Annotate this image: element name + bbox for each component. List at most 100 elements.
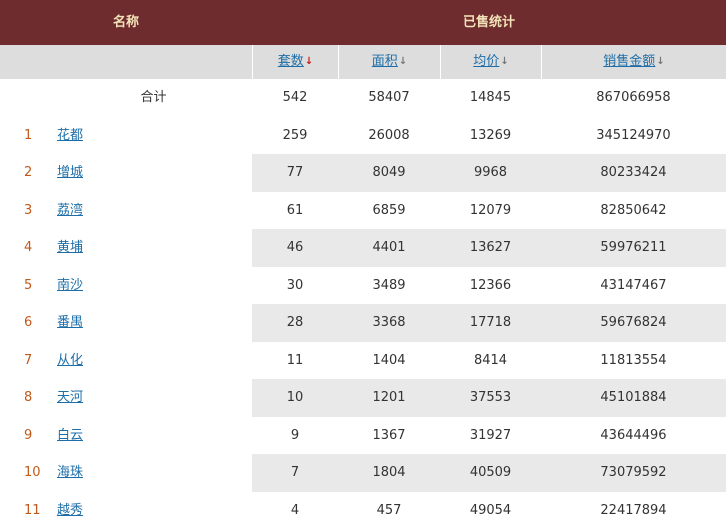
sales-cell: 45101884 xyxy=(541,379,726,417)
table-row: 1花都2592600813269345124970 xyxy=(0,117,726,155)
sales-cell: 345124970 xyxy=(541,117,726,155)
area-cell: 26008 xyxy=(338,117,440,155)
table-row: 7从化111404841411813554 xyxy=(0,342,726,380)
area-cell: 1804 xyxy=(338,454,440,492)
total-count: 542 xyxy=(252,79,338,117)
area-cell: 6859 xyxy=(338,192,440,230)
avg-price-cell: 13269 xyxy=(440,117,541,155)
avg-price-cell: 17718 xyxy=(440,304,541,342)
count-cell: 4 xyxy=(252,492,338,529)
sales-header-label: 销售金额 xyxy=(603,54,655,69)
count-cell: 28 xyxy=(252,304,338,342)
row-index: 10 xyxy=(24,454,48,492)
district-link[interactable]: 黄埔 xyxy=(57,229,247,267)
avg-price-header-label: 均价 xyxy=(473,54,499,69)
sort-by-avg-price-link[interactable]: 均价 xyxy=(473,54,499,69)
count-cell: 259 xyxy=(252,117,338,155)
table-row: 10海珠718044050973079592 xyxy=(0,454,726,492)
total-row: 合计 542 58407 14845 867066958 xyxy=(0,79,726,117)
district-link[interactable]: 增城 xyxy=(57,154,247,192)
sales-cell: 43147467 xyxy=(541,267,726,305)
district-link[interactable]: 白云 xyxy=(57,417,247,455)
area-cell: 3489 xyxy=(338,267,440,305)
count-cell: 77 xyxy=(252,154,338,192)
sales-cell: 22417894 xyxy=(541,492,726,529)
sort-by-sales-link[interactable]: 销售金额 xyxy=(603,54,655,69)
sales-cell: 11813554 xyxy=(541,342,726,380)
avg-price-cell: 37553 xyxy=(440,379,541,417)
district-link[interactable]: 海珠 xyxy=(57,454,247,492)
sales-column-header: 销售金额↓ xyxy=(541,45,726,79)
sales-cell: 82850642 xyxy=(541,192,726,230)
avg-price-cell: 12366 xyxy=(440,267,541,305)
count-column-header: 套数↓ xyxy=(252,45,338,79)
row-index: 7 xyxy=(24,342,48,380)
row-index: 1 xyxy=(24,117,48,155)
district-link[interactable]: 从化 xyxy=(57,342,247,380)
table-row: 11越秀44574905422417894 xyxy=(0,492,726,529)
count-cell: 30 xyxy=(252,267,338,305)
sold-stats-header: 已售统计 xyxy=(252,0,726,45)
count-cell: 10 xyxy=(252,379,338,417)
row-index: 11 xyxy=(24,492,48,529)
sort-by-count-link[interactable]: 套数 xyxy=(278,54,304,69)
sales-cell: 59976211 xyxy=(541,229,726,267)
area-cell: 1201 xyxy=(338,379,440,417)
district-link[interactable]: 番禺 xyxy=(57,304,247,342)
count-cell: 9 xyxy=(252,417,338,455)
sortable-column-header-row: 套数↓ 面积↓ 均价↓ 销售金额↓ xyxy=(0,45,726,79)
count-cell: 46 xyxy=(252,229,338,267)
avg-price-cell: 49054 xyxy=(440,492,541,529)
count-cell: 11 xyxy=(252,342,338,380)
sales-cell: 59676824 xyxy=(541,304,726,342)
sort-down-icon: ↓ xyxy=(399,45,407,79)
sort-by-area-link[interactable]: 面积 xyxy=(372,54,398,69)
table-row: 5南沙3034891236643147467 xyxy=(0,267,726,305)
sort-down-icon: ↓ xyxy=(500,45,508,79)
sales-cell: 43644496 xyxy=(541,417,726,455)
row-index: 8 xyxy=(24,379,48,417)
district-link[interactable]: 荔湾 xyxy=(57,192,247,230)
table-row: 4黄埔4644011362759976211 xyxy=(0,229,726,267)
area-header-label: 面积 xyxy=(372,54,398,69)
table-row: 9白云913673192743644496 xyxy=(0,417,726,455)
sort-down-active-icon: ↓ xyxy=(305,45,313,79)
sales-cell: 80233424 xyxy=(541,154,726,192)
area-cell: 4401 xyxy=(338,229,440,267)
avg-price-cell: 12079 xyxy=(440,192,541,230)
table-row: 8天河1012013755345101884 xyxy=(0,379,726,417)
district-link[interactable]: 花都 xyxy=(57,117,247,155)
district-link[interactable]: 越秀 xyxy=(57,492,247,529)
avg-price-cell: 13627 xyxy=(440,229,541,267)
sales-stats-table: 名称 已售统计 套数↓ 面积↓ 均价↓ 销售金额↓ 合计 542 58407 1… xyxy=(0,0,726,526)
row-index: 4 xyxy=(24,229,48,267)
avg-price-cell: 8414 xyxy=(440,342,541,380)
row-index: 6 xyxy=(24,304,48,342)
total-area: 58407 xyxy=(338,79,440,117)
table-row: 2增城778049996880233424 xyxy=(0,154,726,192)
name-column-header: 名称 xyxy=(0,0,252,45)
area-cell: 1404 xyxy=(338,342,440,380)
total-sales: 867066958 xyxy=(541,79,726,117)
count-cell: 7 xyxy=(252,454,338,492)
table-row: 3荔湾6168591207982850642 xyxy=(0,192,726,230)
row-index: 3 xyxy=(24,192,48,230)
count-header-label: 套数 xyxy=(278,54,304,69)
area-column-header: 面积↓ xyxy=(338,45,440,79)
avg-price-column-header: 均价↓ xyxy=(440,45,541,79)
district-link[interactable]: 天河 xyxy=(57,379,247,417)
area-cell: 8049 xyxy=(338,154,440,192)
avg-price-cell: 9968 xyxy=(440,154,541,192)
row-index: 5 xyxy=(24,267,48,305)
avg-price-cell: 40509 xyxy=(440,454,541,492)
count-cell: 61 xyxy=(252,192,338,230)
area-cell: 457 xyxy=(338,492,440,529)
row-index: 2 xyxy=(24,154,48,192)
district-link[interactable]: 南沙 xyxy=(57,267,247,305)
area-cell: 3368 xyxy=(338,304,440,342)
total-avg-price: 14845 xyxy=(440,79,541,117)
table-top-header: 名称 已售统计 xyxy=(0,0,726,45)
row-index: 9 xyxy=(24,417,48,455)
avg-price-cell: 31927 xyxy=(440,417,541,455)
table-row: 6番禺2833681771859676824 xyxy=(0,304,726,342)
